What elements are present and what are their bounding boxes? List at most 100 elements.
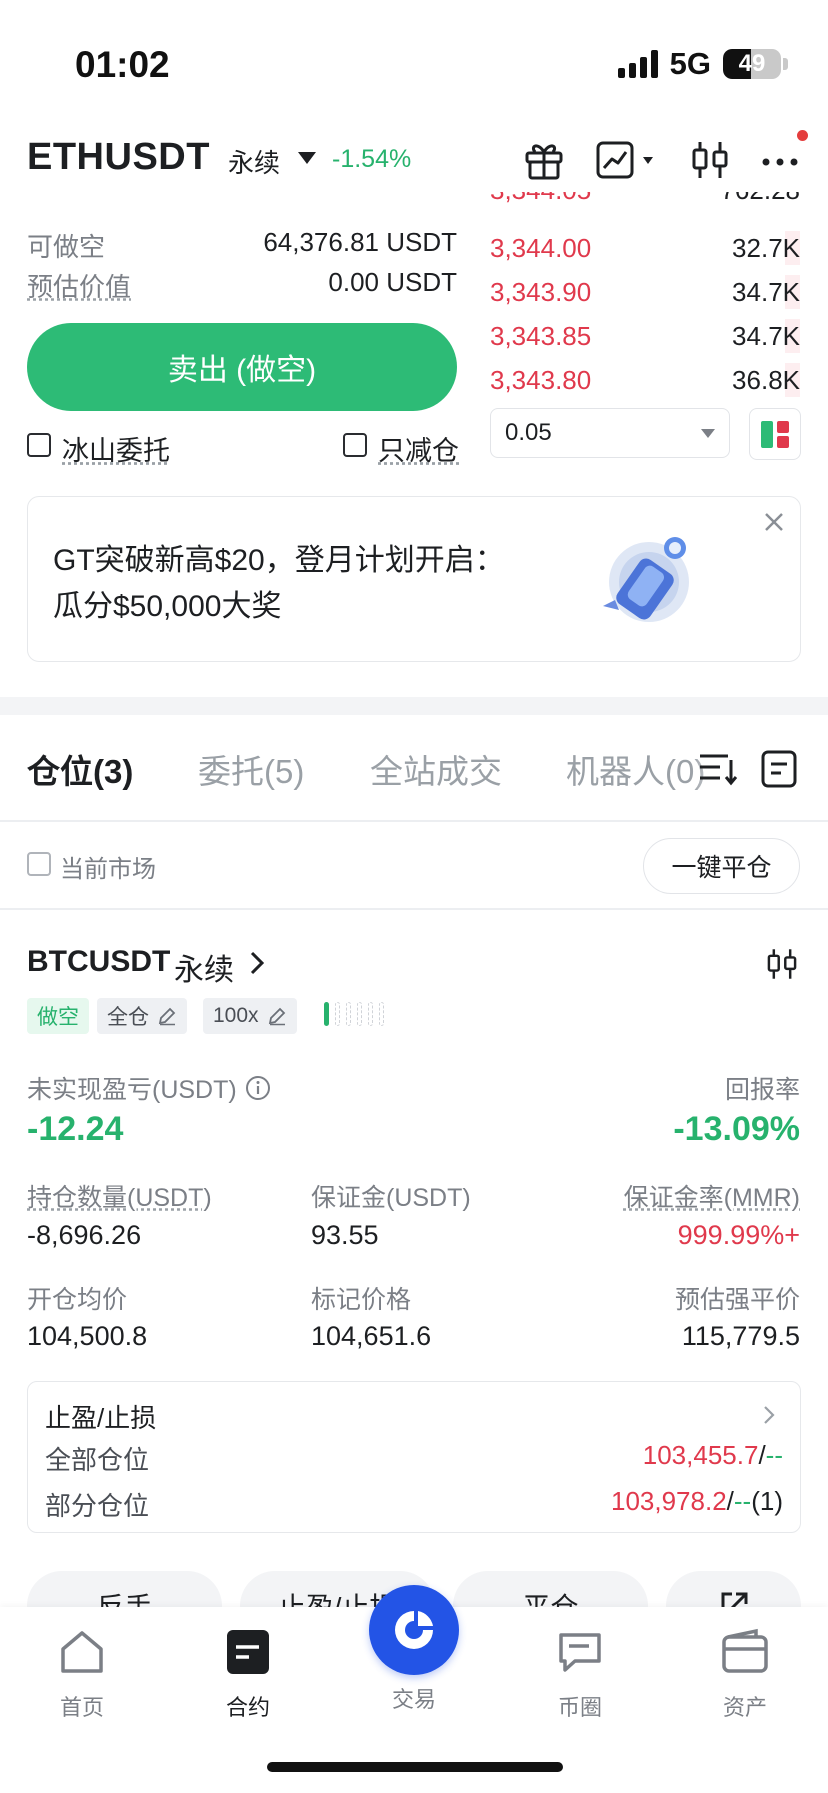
risk-bar [357, 1002, 362, 1026]
orderbook-ask-row[interactable]: 3,343.85 34.7K [490, 316, 800, 356]
more-icon[interactable] [758, 138, 802, 182]
mmr-label: 保证金率(MMR) [623, 1184, 800, 1212]
chart-menu-icon[interactable] [595, 138, 665, 182]
precision-value: 0.05 [505, 419, 552, 446]
iceberg-label[interactable]: 冰山委托 [62, 429, 170, 468]
size-label: 持仓数量(USDT) [27, 1184, 212, 1212]
nav-home[interactable]: 首页 [27, 1625, 137, 1722]
side-tag: 做空 [27, 998, 89, 1034]
risk-bar [368, 1002, 373, 1026]
orderbook-ask-row[interactable]: 3,343.90 34.7K [490, 272, 800, 312]
unrealized-pnl-label-row: 未实现盈亏(USDT) [27, 1070, 271, 1106]
nav-home-label: 首页 [59, 1695, 104, 1720]
chevron-right-icon[interactable] [762, 1404, 776, 1426]
nav-community[interactable]: 币圈 [525, 1625, 635, 1722]
tab-1[interactable]: 委托(5) [198, 745, 304, 793]
ask-price[interactable]: 3,343.80 [490, 365, 591, 396]
signal-icon [617, 50, 658, 78]
reduce-only-label[interactable]: 只减仓 [378, 429, 459, 468]
candlestick-icon[interactable] [688, 138, 732, 182]
nav-trade[interactable]: 交易 [359, 1682, 469, 1714]
current-market-label[interactable]: 当前市场 [60, 849, 156, 884]
contract-icon [227, 1630, 269, 1674]
orderbook-ask-row[interactable]: 3,344.00 32.7K [490, 228, 800, 268]
tab-3[interactable]: 机器人(0) [566, 745, 705, 793]
sell-short-button[interactable]: 卖出 (做空) [27, 323, 457, 411]
network-type: 5G [669, 46, 711, 81]
info-icon[interactable] [245, 1075, 271, 1101]
tpsl-all-label: 全部仓位 [45, 1445, 150, 1475]
unrealized-pnl-value: -12.24 [27, 1110, 124, 1148]
pair-name[interactable]: ETHUSDT [27, 136, 210, 179]
est-value-value: 0.00 USDT [328, 267, 457, 297]
position-chart-icon[interactable] [764, 946, 800, 982]
position-symbol[interactable]: BTCUSDT [27, 945, 170, 979]
tpsl-part-value: 103,978.2/--(1) [610, 1486, 783, 1516]
current-market-checkbox[interactable] [27, 852, 51, 876]
ask-size: 34.7K [732, 320, 800, 351]
ask-size: 32.7K [732, 232, 800, 263]
mark-price-label: 标记价格 [311, 1286, 412, 1314]
entry-price-value: 104,500.8 [27, 1321, 148, 1351]
sort-icon[interactable] [698, 750, 738, 786]
roe-value: -13.09% [673, 1110, 800, 1148]
nav-trade-label: 交易 [391, 1687, 436, 1712]
risk-bar [324, 1002, 329, 1026]
close-all-button[interactable]: 一键平仓 [643, 838, 800, 894]
status-indicators: 5G 49 [617, 46, 788, 82]
edit-icon [158, 1007, 176, 1026]
risk-level-bars [324, 1002, 384, 1026]
edit-icon [268, 1007, 285, 1026]
orderbook-layout-icon [761, 421, 789, 448]
battery-level: 49 [738, 50, 766, 77]
tab-0[interactable]: 仓位(3) [27, 745, 133, 793]
margin-label: 保证金(USDT) [311, 1184, 471, 1212]
order-history-icon[interactable] [760, 749, 798, 789]
short-available-label: 可做空 [27, 232, 106, 262]
precision-select[interactable]: 0.05 [490, 408, 730, 458]
tab-2[interactable]: 全站成交 [370, 745, 502, 793]
community-icon [559, 1633, 601, 1672]
status-time: 01:02 [75, 44, 170, 85]
ask-price[interactable]: 3,343.85 [490, 321, 591, 352]
ask-price[interactable]: 3,343.90 [490, 277, 591, 308]
leverage-label: 100x [213, 1004, 259, 1027]
close-icon[interactable] [762, 510, 786, 534]
promo-banner-text[interactable]: GT突破新高$20，登月计划开启：瓜分$50,000大奖 [53, 538, 533, 630]
nav-contract[interactable]: 合约 [193, 1625, 303, 1722]
est-value-label: 预估价值 [27, 272, 132, 302]
margin-value: 93.55 [311, 1220, 379, 1250]
margin-mode-tag[interactable]: 全仓 [97, 998, 187, 1034]
risk-bar [379, 1002, 384, 1026]
trade-fab-button[interactable] [369, 1585, 459, 1675]
gift-icon[interactable] [522, 138, 566, 182]
nav-assets[interactable]: 资产 [690, 1625, 800, 1722]
orderbook-ask-row[interactable]: 3,343.80 36.8K [490, 360, 800, 400]
home-icon [61, 1631, 103, 1673]
iceberg-checkbox[interactable] [27, 433, 51, 457]
unrealized-pnl-label: 未实现盈亏(USDT) [27, 1076, 237, 1104]
orderbook-partial-row: 3,344.05 762.28 [490, 192, 800, 218]
nav-assets-label: 资产 [722, 1695, 767, 1720]
tpsl-all-price: 103,455.7 [642, 1440, 759, 1470]
contract-type[interactable]: 永续 [228, 143, 280, 180]
chevron-right-icon[interactable] [248, 950, 266, 976]
orderbook-layout-button[interactable] [749, 408, 801, 460]
margin-mode-label: 全仓 [107, 1006, 149, 1029]
wallet-icon [722, 1628, 768, 1673]
nav-community-label: 币圈 [557, 1695, 602, 1720]
notification-dot [797, 130, 808, 141]
reduce-only-checkbox[interactable] [343, 433, 367, 457]
ask-size: 34.7K [732, 276, 800, 307]
entry-price-label: 开仓均价 [27, 1286, 128, 1314]
tpsl-title[interactable]: 止盈/止损 [45, 1398, 156, 1435]
ask-price[interactable]: 3,344.00 [490, 233, 591, 264]
price-change: -1.54% [332, 145, 412, 173]
mark-price-value: 104,651.6 [311, 1321, 432, 1351]
position-contract-type[interactable]: 永续 [174, 945, 234, 989]
caret-down-icon[interactable] [298, 152, 316, 164]
leverage-tag[interactable]: 100x [203, 998, 297, 1034]
section-divider [0, 697, 828, 715]
trade-icon [395, 1611, 433, 1649]
chevron-down-icon [701, 428, 715, 438]
